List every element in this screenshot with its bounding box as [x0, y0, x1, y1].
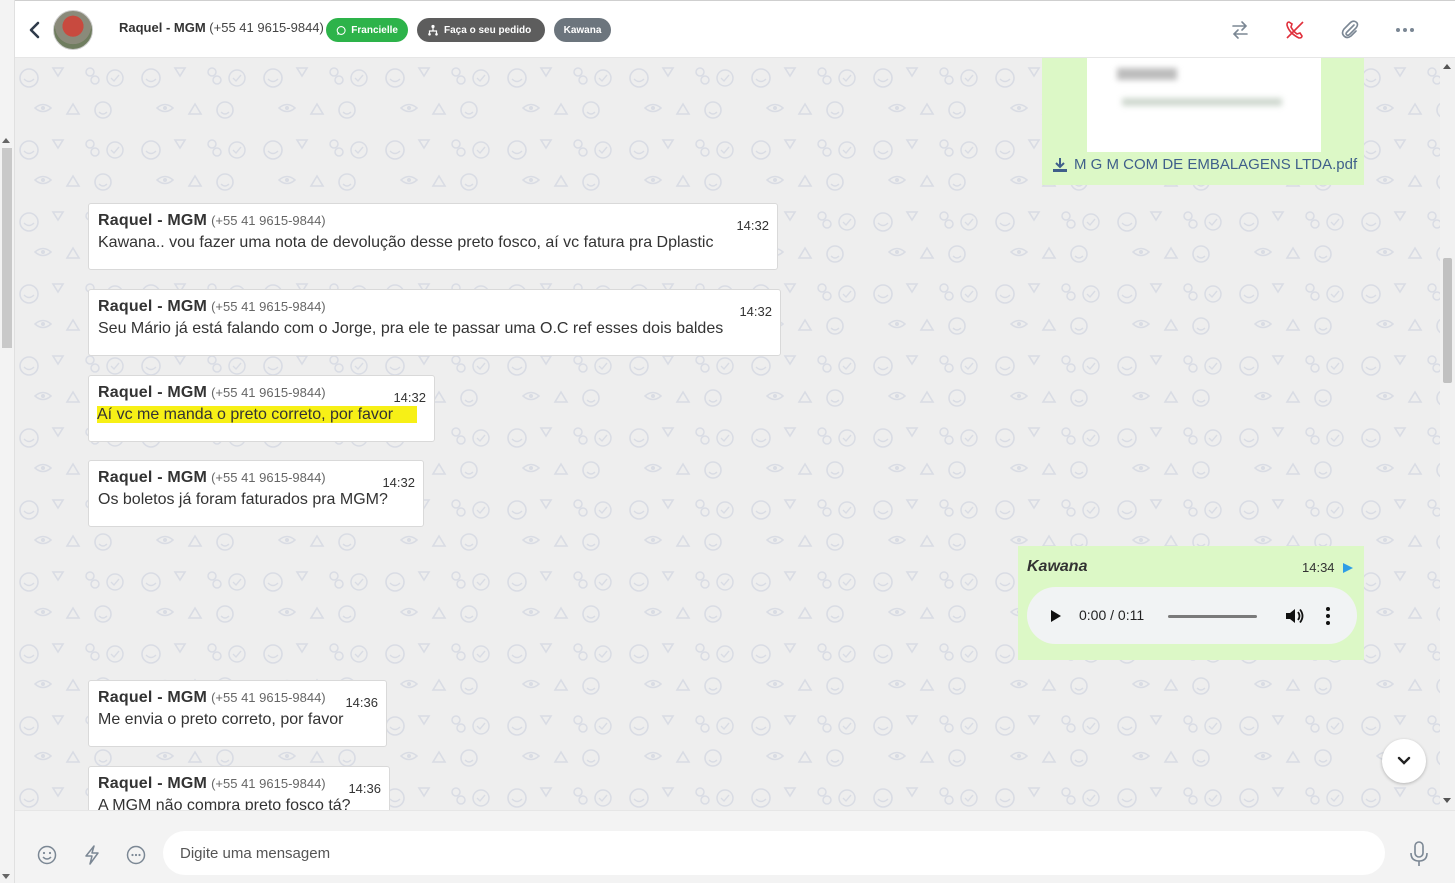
audio-progress-bar[interactable] [1168, 615, 1257, 618]
sender-name: Raquel - MGM [98, 775, 208, 792]
sent-status-icon [1342, 561, 1354, 579]
incoming-message[interactable]: Raquel - MGM (+55 41 9615-9844) 14:32 Seu… [88, 289, 781, 356]
chat-bubble-icon [126, 845, 146, 865]
lightning-icon [85, 845, 99, 865]
avatar[interactable] [53, 10, 93, 50]
voice-record-button[interactable] [1409, 841, 1429, 872]
incoming-message[interactable]: Raquel - MGM (+55 41 9615-9844) 14:32 Aí … [88, 375, 435, 442]
scroll-thumb[interactable] [2, 148, 12, 348]
volume-button[interactable] [1284, 606, 1304, 631]
message-time: 14:34 [1302, 560, 1335, 575]
message-text: Me envia o preto correto, por favor [98, 711, 344, 728]
chat-options-button[interactable] [126, 845, 146, 870]
chevron-left-icon [29, 21, 40, 39]
sender-name: Raquel - MGM [98, 212, 208, 229]
paperclip-icon [1341, 20, 1359, 39]
audio-timecode: 0:00 / 0:11 [1079, 607, 1145, 623]
more-vertical-icon [1326, 607, 1330, 625]
sender-name: Raquel - MGM [98, 469, 208, 486]
incoming-message[interactable]: Raquel - MGM (+55 41 9615-9844) 14:36 A M… [88, 766, 390, 810]
message-input[interactable] [163, 831, 1385, 875]
scroll-up-arrow[interactable] [2, 138, 10, 143]
pdf-download-link[interactable]: M G M COM DE EMBALAGENS LTDA.pdf [1052, 156, 1357, 173]
sender-phone: (+55 41 9615-9844) [211, 385, 326, 400]
transfer-icon [1232, 21, 1248, 39]
agent-name: Kawana [1027, 558, 1088, 575]
chevron-down-icon [1397, 756, 1411, 765]
message-text: Os boletos já foram faturados pra MGM? [98, 491, 388, 508]
emoji-icon [37, 845, 57, 865]
emoji-button[interactable] [37, 845, 57, 870]
tag-label: Kawana [563, 24, 602, 36]
play-icon [1051, 610, 1061, 622]
download-icon [1053, 157, 1067, 172]
message-time: 14:36 [348, 781, 381, 796]
message-text-highlighted: Aí vc me manda o preto correto, por favo… [97, 406, 418, 423]
message-time: 14:36 [345, 695, 378, 710]
volume-icon [1286, 608, 1304, 624]
more-options-button[interactable] [1394, 19, 1416, 41]
scroll-to-bottom-button[interactable] [1382, 739, 1426, 783]
tag-flow[interactable]: Faça o seu pedido [417, 18, 545, 42]
message-composer [15, 810, 1455, 883]
sender-phone: (+55 41 9615-9844) [211, 299, 326, 314]
scroll-thumb[interactable] [1443, 258, 1452, 383]
tag-kawana[interactable]: Kawana [554, 18, 611, 42]
microphone-icon [1410, 841, 1428, 866]
hangup-icon [1286, 21, 1304, 39]
chat-scrollbar[interactable] [1440, 58, 1455, 810]
chat-header: Raquel - MGM (+55 41 9615-9844) Franciel… [15, 0, 1455, 58]
sender-phone: (+55 41 9615-9844) [211, 776, 326, 791]
sender-phone: (+55 41 9615-9844) [211, 470, 326, 485]
chat-area[interactable]: M G M COM DE EMBALAGENS LTDA.pdf Raquel … [15, 58, 1440, 810]
sender-name: Raquel - MGM [98, 298, 208, 315]
quick-replies-button[interactable] [84, 845, 100, 870]
sender-phone: (+55 41 9615-9844) [211, 213, 326, 228]
play-button[interactable] [1049, 609, 1063, 628]
scroll-up-arrow[interactable] [1443, 64, 1451, 69]
flow-icon [428, 24, 438, 36]
message-time: 14:32 [736, 218, 769, 233]
end-chat-button[interactable] [1284, 19, 1306, 41]
back-button[interactable] [25, 19, 45, 41]
tag-label: Francielle [351, 24, 398, 36]
scroll-down-arrow[interactable] [1443, 798, 1451, 803]
scroll-down-arrow[interactable] [2, 874, 10, 879]
tag-francielle[interactable]: Francielle [326, 18, 408, 42]
sender-name: Raquel - MGM [98, 689, 208, 706]
contact-phone: (+55 41 9615-9844) [209, 20, 324, 35]
message-text: Seu Mário já está falando com o Jorge, p… [98, 320, 724, 337]
incoming-message[interactable]: Raquel - MGM (+55 41 9615-9844) 14:36 Me … [88, 680, 387, 747]
message-text: Kawana.. vou fazer uma nota de devolução… [98, 234, 714, 251]
contact-name: Raquel - MGM [119, 20, 206, 35]
outgoing-pdf-message[interactable]: M G M COM DE EMBALAGENS LTDA.pdf [1042, 58, 1364, 185]
sender-phone: (+55 41 9615-9844) [211, 690, 326, 705]
audio-more-button[interactable] [1326, 607, 1330, 630]
tag-label: Faça o seu pedido [444, 24, 532, 36]
incoming-message[interactable]: Raquel - MGM (+55 41 9615-9844) 14:32 Kaw… [88, 203, 778, 270]
audio-player[interactable]: 0:00 / 0:11 [1027, 587, 1357, 644]
message-time: 14:32 [382, 475, 415, 490]
left-scrollbar[interactable] [0, 0, 15, 883]
attach-button[interactable] [1339, 19, 1361, 41]
outgoing-audio-message[interactable]: Kawana 14:34 0:00 / 0:11 [1018, 546, 1364, 660]
transfer-button[interactable] [1229, 19, 1251, 41]
pdf-filename: M G M COM DE EMBALAGENS LTDA.pdf [1074, 156, 1358, 173]
message-time: 14:32 [739, 304, 772, 319]
message-time: 14:32 [393, 390, 426, 405]
more-horizontal-icon [1396, 28, 1414, 32]
message-text: A MGM não compra preto fosco tá? [98, 797, 351, 810]
pdf-preview[interactable] [1087, 58, 1321, 152]
sender-name: Raquel - MGM [98, 384, 208, 401]
contact-title[interactable]: Raquel - MGM (+55 41 9615-9844) [119, 20, 324, 35]
whatsapp-icon [336, 25, 346, 35]
incoming-message[interactable]: Raquel - MGM (+55 41 9615-9844) 14:32 Os … [88, 460, 424, 527]
